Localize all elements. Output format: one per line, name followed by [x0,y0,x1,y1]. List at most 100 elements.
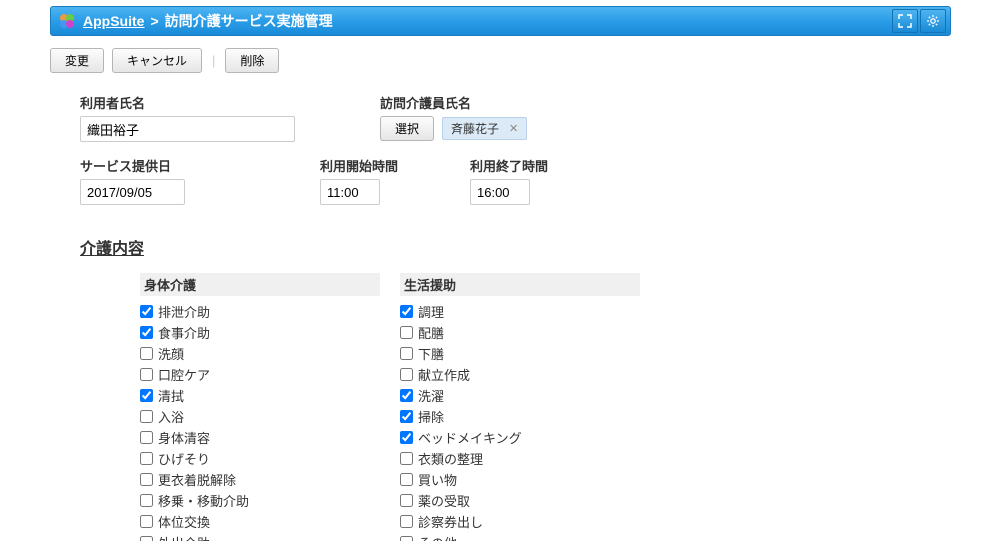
date-input[interactable] [80,179,185,205]
breadcrumb-separator: > [150,13,158,29]
checkbox[interactable] [400,452,413,465]
start-time-input[interactable] [320,179,380,205]
end-time-input[interactable] [470,179,530,205]
check-item: 更衣着脱解除 [140,470,380,489]
checkbox[interactable] [400,410,413,423]
check-item: 診察券出し [400,512,640,531]
field-start-time: 利用開始時間 [320,156,430,205]
checkbox-label[interactable]: 外出介助 [158,533,210,541]
checkbox[interactable] [400,368,413,381]
delete-button[interactable]: 削除 [225,48,279,73]
checkbox[interactable] [140,515,153,528]
checkbox-label[interactable]: 洗顔 [158,344,184,363]
checkbox[interactable] [400,389,413,402]
care-section-title: 介護内容 [80,235,921,259]
check-item: 移乗・移動介助 [140,491,380,510]
checkbox-label[interactable]: 掃除 [418,407,444,426]
check-item: 食事介助 [140,323,380,342]
checkbox[interactable] [140,326,153,339]
check-item: 衣類の整理 [400,449,640,468]
body-care-column: 身体介護 排泄介助食事介助洗顔口腔ケア清拭入浴身体清容ひげそり更衣着脱解除移乗・… [140,273,380,541]
checkbox-label[interactable]: 移乗・移動介助 [158,491,249,510]
select-helper-button[interactable]: 選択 [380,116,434,141]
checkbox[interactable] [140,536,153,541]
checkbox-label[interactable]: 薬の受取 [418,491,470,510]
check-item: 掃除 [400,407,640,426]
checkbox[interactable] [140,410,153,423]
checkbox-label[interactable]: ひげそり [158,449,210,468]
checkbox-label[interactable]: 衣類の整理 [418,449,483,468]
life-support-header: 生活援助 [400,273,640,296]
row-names: 利用者氏名 訪問介護員氏名 選択 斉藤花子 ✕ [80,93,921,142]
checkbox-label[interactable]: 身体清容 [158,428,210,447]
checkbox[interactable] [400,305,413,318]
toolbar-separator: | [212,53,215,68]
checkbox[interactable] [400,494,413,507]
body-care-list: 排泄介助食事介助洗顔口腔ケア清拭入浴身体清容ひげそり更衣着脱解除移乗・移動介助体… [140,302,380,541]
check-item: ひげそり [140,449,380,468]
checkbox[interactable] [400,515,413,528]
checkbox[interactable] [400,536,413,541]
body-care-header: 身体介護 [140,273,380,296]
checkbox[interactable] [400,347,413,360]
field-helper: 訪問介護員氏名 選択 斉藤花子 ✕ [380,93,527,142]
fullscreen-icon [898,14,912,28]
settings-button[interactable] [920,9,946,33]
checkbox[interactable] [400,431,413,444]
helper-row: 選択 斉藤花子 ✕ [380,116,527,141]
checkbox[interactable] [400,326,413,339]
check-item: 洗顔 [140,344,380,363]
app-title-link[interactable]: AppSuite [83,13,144,29]
checkbox[interactable] [140,305,153,318]
helper-chip-label: 斉藤花子 [451,120,499,137]
check-item: ベッドメイキング [400,428,640,447]
check-item: 買い物 [400,470,640,489]
end-time-label: 利用終了時間 [470,156,580,175]
field-date: サービス提供日 [80,156,280,205]
update-button[interactable]: 変更 [50,48,104,73]
checkbox-label[interactable]: 食事介助 [158,323,210,342]
content-scroll[interactable]: 利用者氏名 訪問介護員氏名 選択 斉藤花子 ✕ サービス提供日 [0,81,1001,541]
gear-icon [926,14,940,28]
field-end-time: 利用終了時間 [470,156,580,205]
checkbox-label[interactable]: 下膳 [418,344,444,363]
check-item: 口腔ケア [140,365,380,384]
checkbox-label[interactable]: 体位交換 [158,512,210,531]
checkbox[interactable] [140,452,153,465]
checkbox[interactable] [140,368,153,381]
row-datetime: サービス提供日 利用開始時間 利用終了時間 [80,156,921,205]
cancel-button[interactable]: キャンセル [112,48,202,73]
fullscreen-button[interactable] [892,9,918,33]
check-item: 洗濯 [400,386,640,405]
checkbox-label[interactable]: 更衣着脱解除 [158,470,236,489]
checkbox[interactable] [400,473,413,486]
form-content: 利用者氏名 訪問介護員氏名 選択 斉藤花子 ✕ サービス提供日 [0,81,1001,541]
checkbox-label[interactable]: 入浴 [158,407,184,426]
toolbar: 変更 キャンセル | 削除 [50,48,951,73]
check-item: 身体清容 [140,428,380,447]
checkbox-label[interactable]: 診察券出し [418,512,483,531]
start-time-label: 利用開始時間 [320,156,430,175]
checkbox-label[interactable]: 口腔ケア [158,365,210,384]
checkbox-label[interactable]: 調理 [418,302,444,321]
checkbox-label[interactable]: 清拭 [158,386,184,405]
checkbox[interactable] [140,473,153,486]
life-support-column: 生活援助 調理配膳下膳献立作成洗濯掃除ベッドメイキング衣類の整理買い物薬の受取診… [400,273,640,541]
checkbox-label[interactable]: 洗濯 [418,386,444,405]
check-item: その他 [400,533,640,541]
user-input[interactable] [80,116,295,142]
check-item: 外出介助 [140,533,380,541]
helper-chip: 斉藤花子 ✕ [442,117,527,140]
checkbox-label[interactable]: 買い物 [418,470,457,489]
checkbox-label[interactable]: ベッドメイキング [418,428,522,447]
checkbox[interactable] [140,431,153,444]
chip-remove-icon[interactable]: ✕ [509,122,518,135]
check-item: 献立作成 [400,365,640,384]
checkbox[interactable] [140,494,153,507]
checkbox[interactable] [140,389,153,402]
checkbox-label[interactable]: その他 [418,533,457,541]
checkbox-label[interactable]: 献立作成 [418,365,470,384]
checkbox[interactable] [140,347,153,360]
checkbox-label[interactable]: 排泄介助 [158,302,210,321]
checkbox-label[interactable]: 配膳 [418,323,444,342]
